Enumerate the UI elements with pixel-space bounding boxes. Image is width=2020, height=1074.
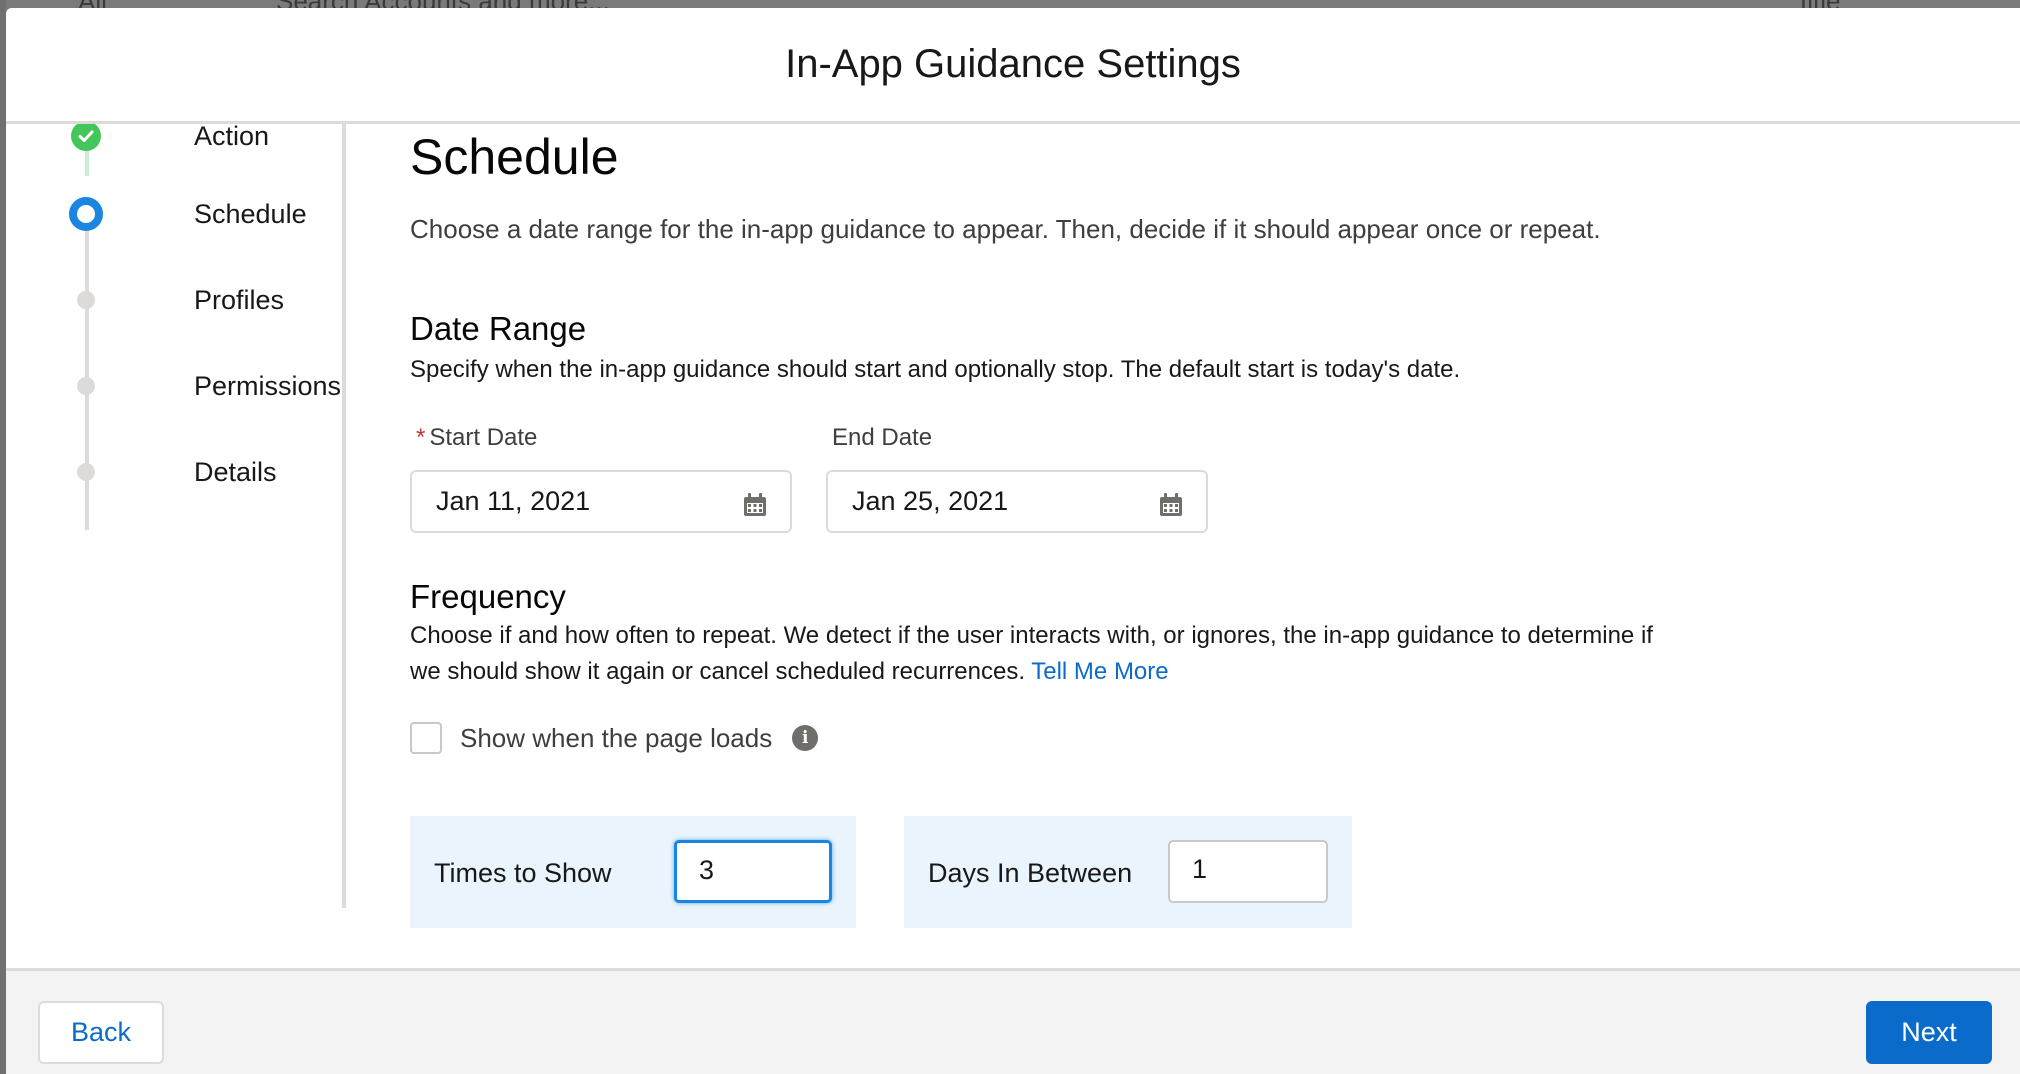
modal-footer: Back Next xyxy=(6,968,2020,1074)
page-title: Schedule xyxy=(410,129,619,185)
step-label: Profiles xyxy=(194,284,285,315)
frequency-description-line2: we should show it again or cancel schedu… xyxy=(410,658,1026,685)
end-date-value: Jan 25, 2021 xyxy=(852,486,1009,516)
show-on-load-row: Show when the page loads i xyxy=(410,722,819,754)
show-on-load-checkbox[interactable] xyxy=(410,722,442,754)
start-date-input[interactable]: Jan 11, 2021 xyxy=(410,470,792,533)
end-date-input[interactable]: Jan 25, 2021 xyxy=(826,470,1208,533)
days-in-between-input[interactable]: 1 xyxy=(1168,840,1328,903)
step-active-marker xyxy=(66,194,106,234)
checkmark-icon xyxy=(71,121,101,151)
back-button[interactable]: Back xyxy=(38,1001,164,1064)
steps-divider xyxy=(342,124,346,908)
show-on-load-label: Show when the page loads xyxy=(460,722,773,753)
step-dot-icon xyxy=(77,291,95,309)
schedule-intro: Choose a date range for the in-app guida… xyxy=(410,214,1601,244)
step-marker xyxy=(66,280,106,320)
days-in-between-value: 1 xyxy=(1192,854,1208,884)
times-to-show-input[interactable]: 3 xyxy=(674,840,832,903)
times-to-show-panel: Times to Show 3 xyxy=(410,816,856,928)
start-date-label: * Start Date xyxy=(416,424,537,452)
step-label: Schedule xyxy=(194,198,307,229)
frequency-heading: Frequency xyxy=(410,578,566,615)
modal-title: In-App Guidance Settings xyxy=(785,42,1241,86)
days-in-between-panel: Days In Between 1 xyxy=(904,816,1352,928)
step-label: Permissions xyxy=(194,370,342,401)
days-in-between-label: Days In Between xyxy=(928,858,1133,888)
schedule-panel: Schedule Choose a date range for the in-… xyxy=(410,124,1970,928)
next-button[interactable]: Next xyxy=(1866,1001,1992,1064)
frequency-description-line1: Choose if and how often to repeat. We de… xyxy=(410,622,1653,649)
step-dot-icon xyxy=(77,463,95,481)
step-dot-icon xyxy=(77,377,95,395)
settings-modal: In-App Guidance Settings Action Schedule… xyxy=(6,8,2020,1074)
date-range-heading: Date Range xyxy=(410,310,587,347)
info-icon[interactable]: i xyxy=(792,725,819,751)
step-label: Details xyxy=(194,456,277,487)
times-to-show-value: 3 xyxy=(699,855,715,885)
step-marker xyxy=(66,452,106,492)
active-ring-icon xyxy=(69,197,103,231)
tell-me-more-link[interactable]: Tell Me More xyxy=(1031,658,1168,685)
progress-steps: Action Schedule Profiles Permissions Det… xyxy=(6,120,346,908)
calendar-icon[interactable] xyxy=(1158,492,1184,518)
end-date-label: End Date xyxy=(832,424,933,451)
step-marker xyxy=(66,366,106,406)
calendar-icon[interactable] xyxy=(742,492,768,518)
modal-header: In-App Guidance Settings xyxy=(6,8,2020,124)
step-label: Action xyxy=(194,120,270,151)
date-range-description: Specify when the in-app guidance should … xyxy=(410,356,1461,383)
times-to-show-label: Times to Show xyxy=(434,858,612,888)
start-date-value: Jan 11, 2021 xyxy=(436,486,591,516)
required-marker: * xyxy=(416,424,426,451)
frequency-description: Choose if and how often to repeat. We de… xyxy=(410,618,1970,690)
start-date-label-text: Start Date xyxy=(429,424,538,451)
